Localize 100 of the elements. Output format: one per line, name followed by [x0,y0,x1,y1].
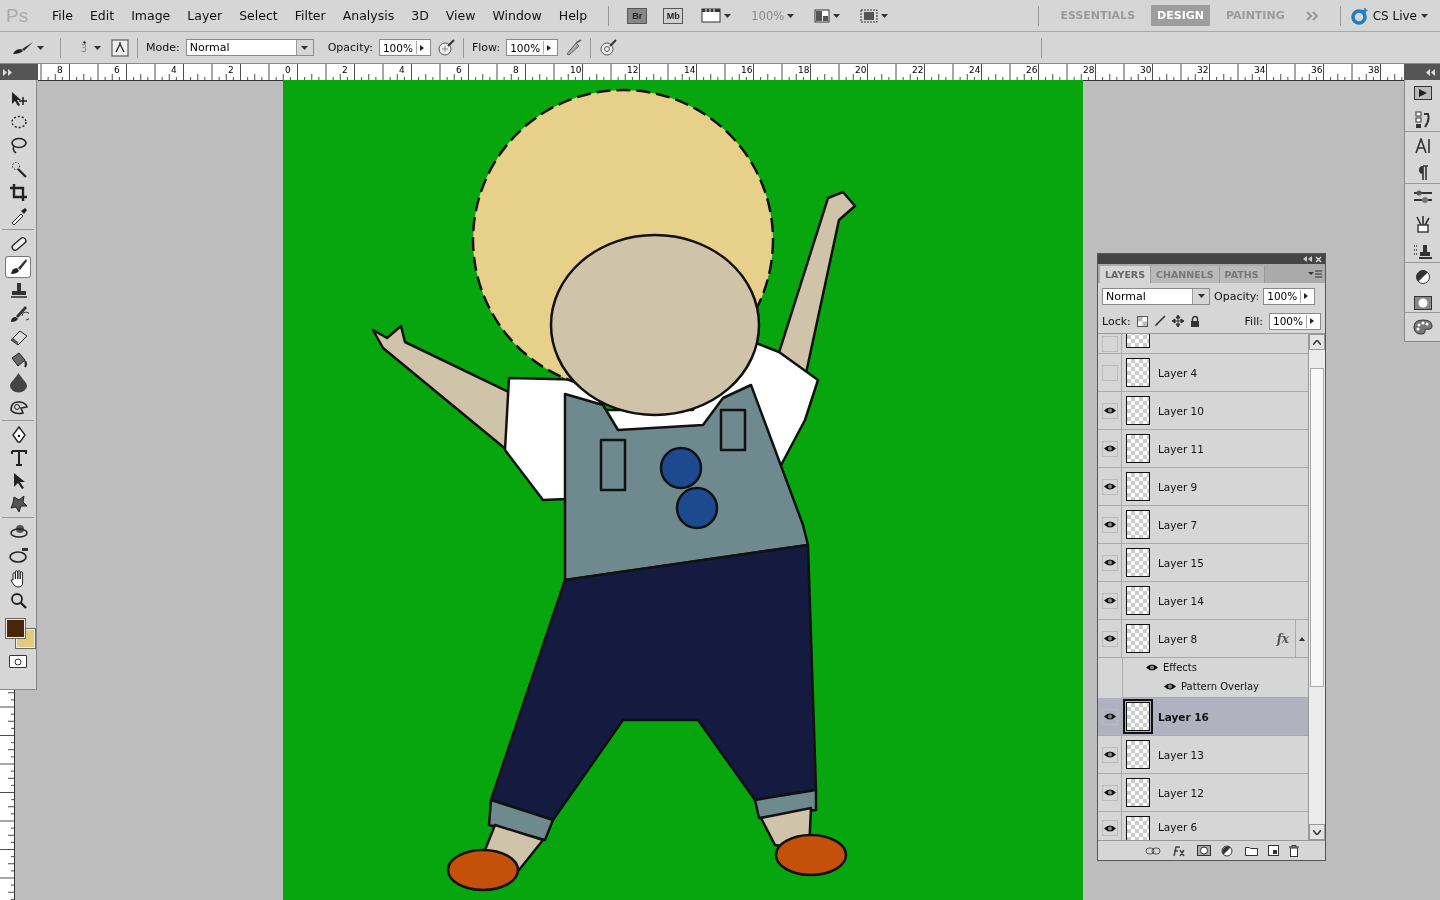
visibility-eye-icon[interactable] [1101,784,1118,801]
opacity-field[interactable]: 100% [378,39,431,56]
visibility-eye-icon[interactable] [1101,746,1118,763]
layer-thumbnail [1126,816,1150,840]
visibility-eye-icon[interactable] [1101,478,1118,495]
collapse-triangle-icon[interactable] [1299,636,1305,641]
visibility-eye-icon[interactable] [1101,402,1118,419]
pilcrow-icon[interactable] [1416,165,1429,181]
layer-thumbnail [1126,472,1150,501]
tool-presets-icon[interactable] [1412,244,1433,260]
airbrush-icon[interactable] [564,38,583,57]
layer-thumbnail [1126,434,1150,463]
close-icon[interactable] [1315,255,1322,263]
lock-icon[interactable] [1189,315,1200,327]
visibility-toggle[interactable] [1101,335,1118,352]
mask-icon[interactable] [1196,845,1211,856]
expand-panels-icon[interactable] [3,68,13,76]
layer-row[interactable]: Layer 13 [1098,736,1308,774]
menu-item[interactable]: Select [233,6,284,25]
layer-thumbnail [1126,624,1150,653]
brush-icon[interactable] [1153,315,1166,327]
mask-icon[interactable] [1413,296,1432,310]
visibility-eye-icon[interactable] [1163,682,1177,691]
brush-cup-icon[interactable] [1413,215,1432,233]
blend-mode-dropdown[interactable]: Normal [1102,287,1210,305]
pressure-size-icon[interactable] [599,38,618,57]
fx-icon[interactable] [1170,844,1187,857]
trash-icon[interactable] [1288,844,1299,857]
visibility-eye-icon[interactable] [1101,554,1118,571]
extras-dropdown[interactable] [701,8,732,23]
folder-icon[interactable] [1244,845,1258,856]
menu-item[interactable]: Filter [288,6,332,25]
arrange-dropdown[interactable] [814,8,841,23]
palette-icon[interactable] [1412,319,1433,335]
menu-item[interactable]: Help [552,6,594,25]
shape-icon [7,493,29,515]
mode-dropdown[interactable]: Normal [185,39,314,56]
text-cursor-icon[interactable] [1414,138,1431,154]
layer-row[interactable]: Layer 6 [1098,812,1308,840]
panel-menu-icon[interactable] [1308,270,1322,278]
layer-row[interactable]: Layer 11 [1098,430,1308,468]
scroll-down-icon[interactable] [1313,829,1321,835]
visibility-eye-icon[interactable] [1101,516,1118,533]
screen-mode-dropdown[interactable] [860,8,889,23]
layers-scrollbar[interactable] [1308,334,1325,840]
quick-mask-button[interactable] [9,655,27,669]
menu-item[interactable]: 3D [405,6,435,25]
half-circle-icon[interactable] [1414,269,1431,285]
visibility-eye-icon[interactable] [1145,662,1159,672]
tool-preset-picker[interactable] [12,40,44,55]
layer-row[interactable]: Layer 16 [1098,698,1308,736]
visibility-eye-icon[interactable] [1101,630,1118,647]
brush-tip-icon [82,41,86,44]
menu-item[interactable]: View [439,6,482,25]
flow-field[interactable]: 100% [506,39,559,56]
bridge-button[interactable]: Br [627,7,648,24]
layer-row[interactable]: Layer 15 [1098,544,1308,582]
visibility-eye-icon[interactable] [1101,592,1118,609]
menu-item[interactable]: Window [486,6,548,25]
visibility-toggle[interactable] [1101,364,1118,381]
history-icon[interactable] [1414,111,1431,129]
layer-row[interactable]: Layer 7 [1098,506,1308,544]
effect-name[interactable]: Pattern Overlay [1181,681,1260,692]
pressure-opacity-icon[interactable] [436,38,455,57]
foreground-color-swatch[interactable] [6,619,25,639]
layer-row[interactable]: Layer 10 [1098,392,1308,430]
layer-row[interactable]: Layer 12 [1098,774,1308,812]
collapse-panel-icon[interactable] [1303,256,1312,262]
fill-field[interactable]: 100% [1269,312,1321,330]
mini-bridge-button[interactable]: Mb [663,7,684,24]
layer-opacity-field[interactable]: 100% [1263,287,1316,305]
lock-transparency-icon[interactable] [1136,315,1148,327]
cs-live-button[interactable]: CS Live [1350,6,1428,25]
play-arrow-icon [1310,318,1314,324]
move-arrows-icon[interactable] [1171,315,1184,327]
visibility-eye-icon[interactable] [1101,708,1118,725]
document-canvas[interactable] [283,80,1083,900]
layer-row[interactable]: Layer 9 [1098,468,1308,506]
visibility-eye-icon[interactable] [1101,820,1118,836]
new-layer-icon[interactable] [1267,845,1279,856]
menu-item[interactable]: File [46,6,79,25]
layer-row[interactable]: Layer 4 [1098,354,1308,392]
caret-icon [1421,13,1428,18]
brushes-icon[interactable] [1412,190,1433,204]
layer-row[interactable]: Layer 14 [1098,582,1308,620]
scroll-up-icon[interactable] [1313,339,1321,345]
play-icon[interactable] [1413,86,1432,100]
menu-item[interactable]: Edit [83,6,121,25]
blur-icon [7,372,29,394]
panel-tab[interactable]: LAYERS [1100,266,1152,283]
menu-item[interactable]: Image [125,6,177,25]
menu-item[interactable]: Layer [181,6,229,25]
collapse-dock-icon[interactable] [1426,68,1436,76]
brush-panel-icon[interactable] [111,38,129,57]
layer-row[interactable]: Layer 8 fx [1098,620,1308,658]
half-circle-icon[interactable] [1220,844,1235,857]
link-icon[interactable] [1144,846,1161,855]
menu-item[interactable]: Analysis [336,6,401,25]
visibility-eye-icon[interactable] [1101,440,1118,457]
brush-tool[interactable] [5,255,31,278]
